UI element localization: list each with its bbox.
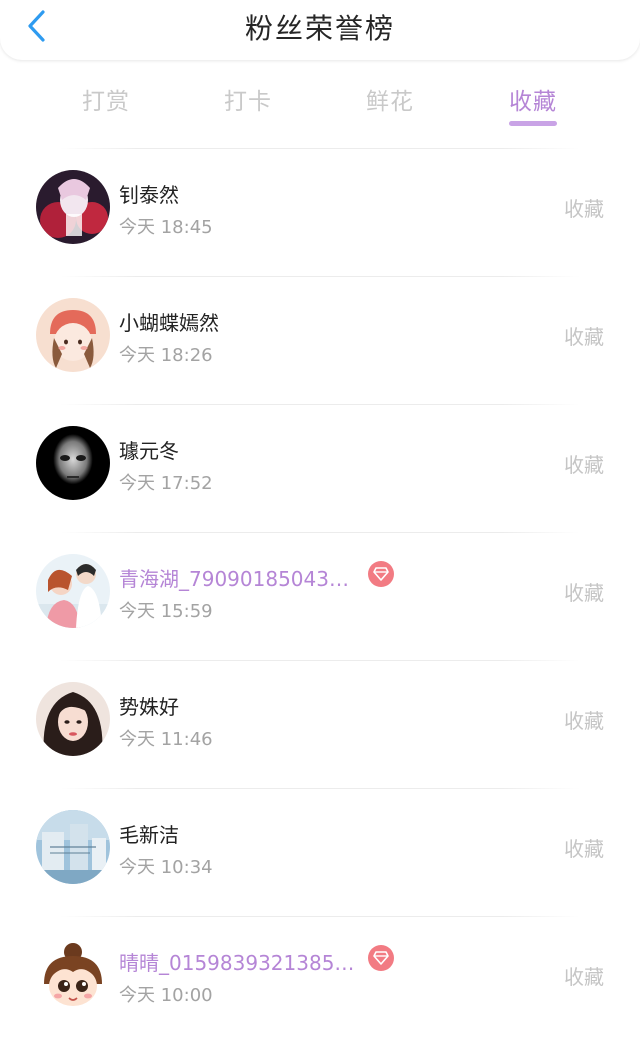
avatar — [36, 298, 110, 372]
tab-favorites[interactable]: 收藏 — [493, 82, 573, 116]
avatar — [36, 554, 110, 628]
page-title: 粉丝荣誉榜 — [244, 12, 395, 45]
fan-time: 今天 15:59 — [119, 601, 213, 622]
action-label: 收藏 — [564, 197, 604, 221]
page: 粉丝荣誉榜 打赏 打卡 鲜花 收藏 钊泰然 今天 18:45 收藏 小蝴蝶嫣然 … — [0, 0, 640, 1048]
tab-reward[interactable]: 打赏 — [66, 82, 146, 116]
fan-name: 晴晴_01598393213850... — [119, 951, 359, 975]
action-label: 收藏 — [564, 453, 604, 477]
fan-name: 钊泰然 — [119, 183, 179, 207]
action-label: 收藏 — [564, 709, 604, 733]
vip-badge — [368, 945, 394, 971]
avatar — [36, 810, 110, 884]
diamond-icon — [373, 951, 389, 965]
fan-time: 今天 18:26 — [119, 345, 213, 366]
fan-time: 今天 18:45 — [119, 217, 213, 238]
fan-time: 今天 11:46 — [119, 729, 213, 750]
tab-checkin[interactable]: 打卡 — [208, 82, 288, 116]
fan-name: 小蝴蝶嫣然 — [119, 311, 219, 335]
list-item[interactable]: 青海湖_790901850434... 今天 15:59 收藏 — [0, 533, 640, 660]
fan-name: 毛新洁 — [119, 823, 179, 847]
fan-name: 青海湖_790901850434... — [119, 567, 359, 591]
header-bar: 粉丝荣誉榜 — [0, 0, 640, 60]
list-item[interactable]: 势姝好 今天 11:46 收藏 — [0, 661, 640, 788]
list-item[interactable]: 毛新洁 今天 10:34 收藏 — [0, 789, 640, 916]
tab-bar: 打赏 打卡 鲜花 收藏 — [0, 70, 640, 140]
fan-time: 今天 10:34 — [119, 857, 213, 878]
action-label: 收藏 — [564, 325, 604, 349]
fan-list: 钊泰然 今天 18:45 收藏 小蝴蝶嫣然 今天 18:26 收藏 璩元冬 今天… — [0, 148, 640, 1044]
action-label: 收藏 — [564, 837, 604, 861]
list-item[interactable]: 钊泰然 今天 18:45 收藏 — [0, 149, 640, 276]
avatar — [36, 682, 110, 756]
action-label: 收藏 — [564, 581, 604, 605]
list-item[interactable]: 璩元冬 今天 17:52 收藏 — [0, 405, 640, 532]
active-tab-indicator — [509, 121, 557, 126]
diamond-icon — [373, 567, 389, 581]
avatar — [36, 938, 110, 1012]
fan-name: 势姝好 — [119, 695, 179, 719]
fan-time: 今天 17:52 — [119, 473, 213, 494]
list-item[interactable]: 晴晴_01598393213850... 今天 10:00 收藏 — [0, 917, 640, 1044]
tab-flowers[interactable]: 鲜花 — [350, 82, 430, 116]
list-item[interactable]: 小蝴蝶嫣然 今天 18:26 收藏 — [0, 277, 640, 404]
avatar — [36, 426, 110, 500]
action-label: 收藏 — [564, 965, 604, 989]
fan-name: 璩元冬 — [119, 439, 179, 463]
avatar — [36, 170, 110, 244]
fan-time: 今天 10:00 — [119, 985, 213, 1006]
vip-badge — [368, 561, 394, 587]
